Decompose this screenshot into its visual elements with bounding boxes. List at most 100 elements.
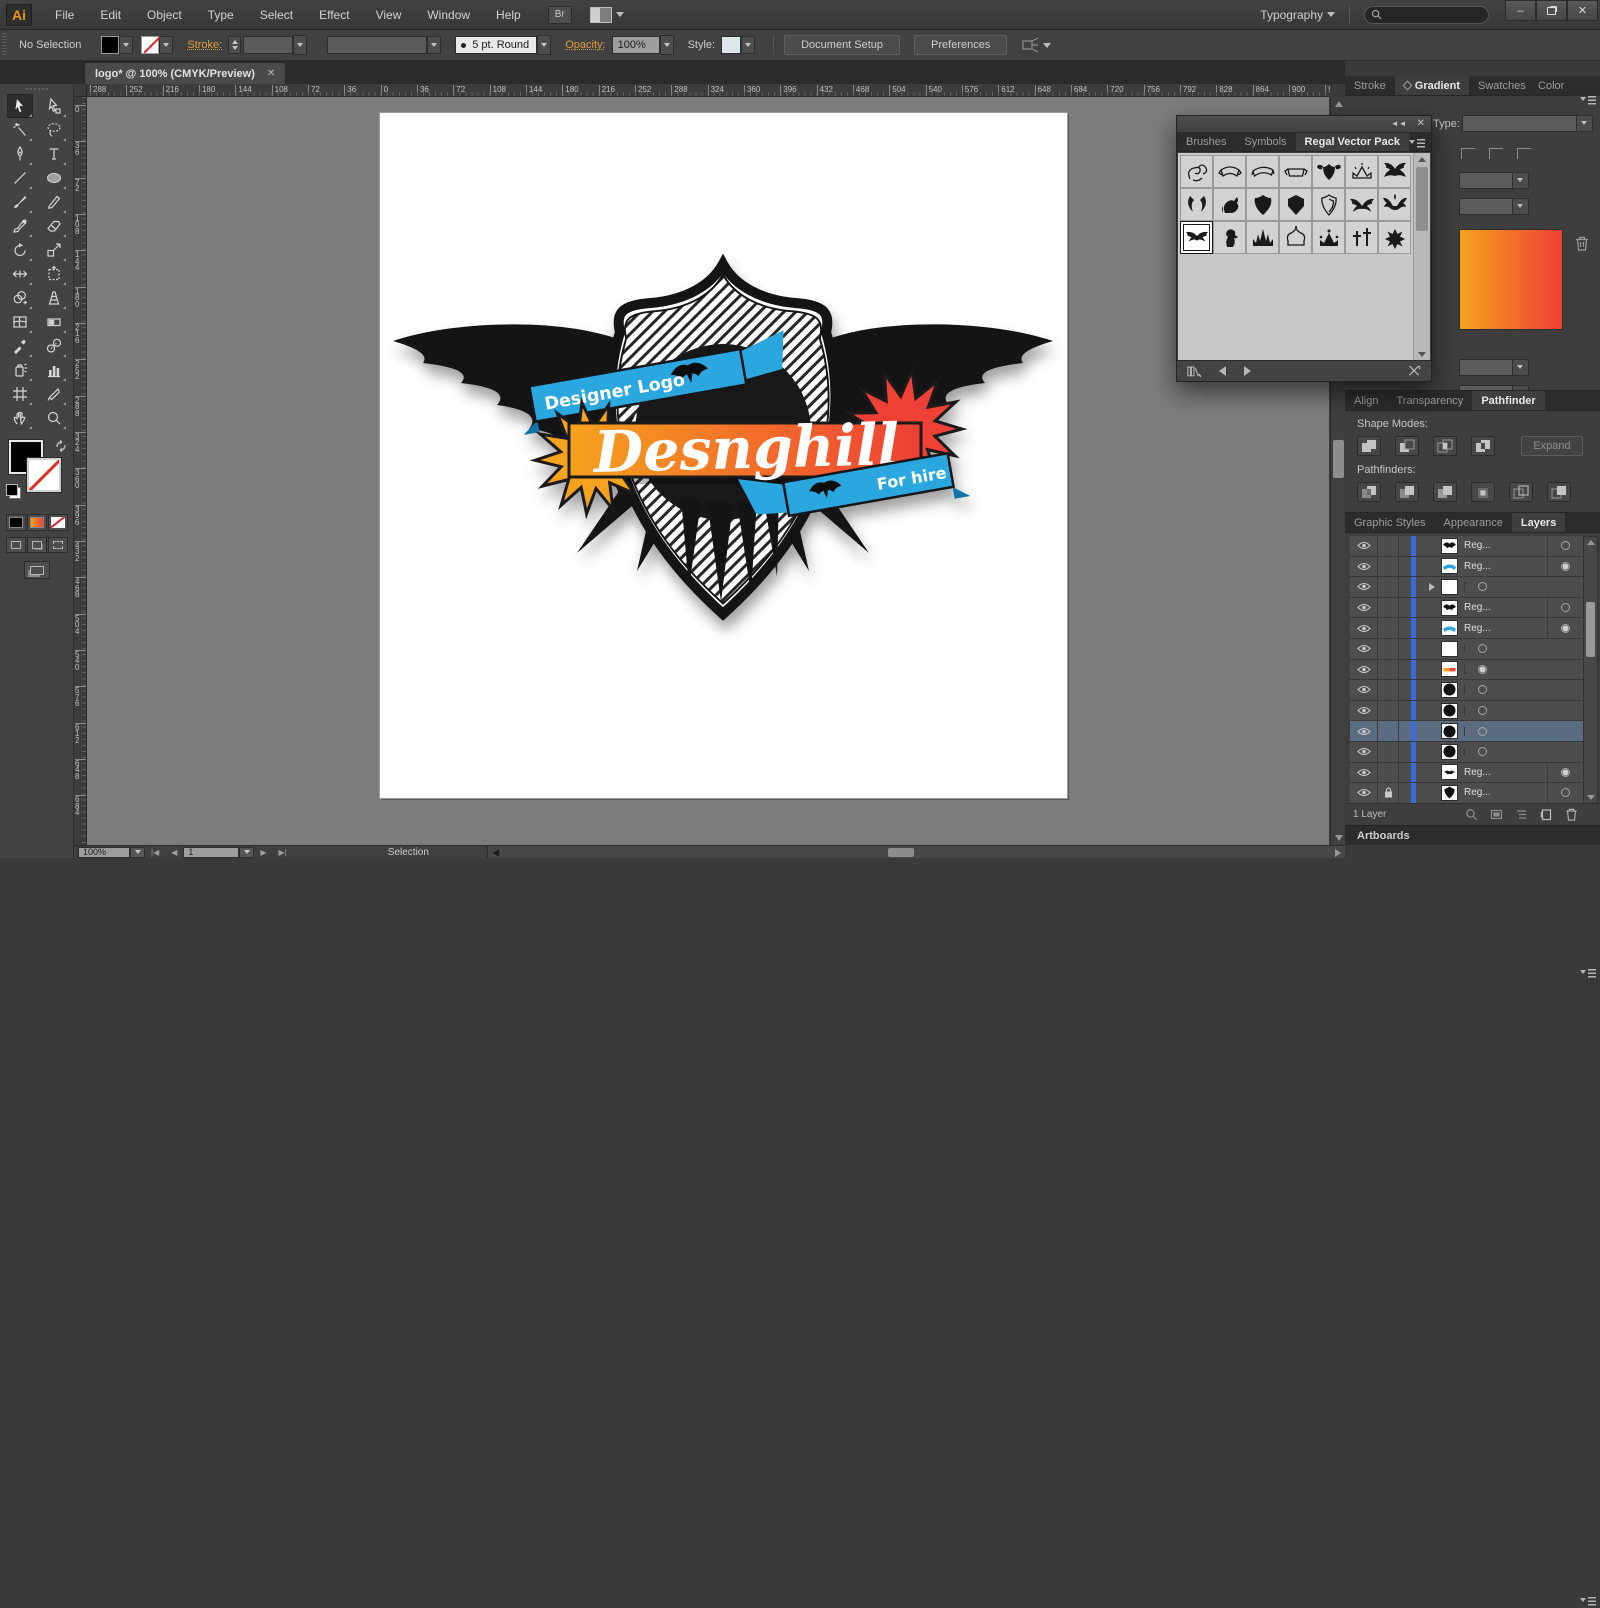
symbol-banner-ribbon[interactable] xyxy=(1213,155,1246,188)
search-input[interactable] xyxy=(1364,6,1489,24)
artboard-number-field[interactable]: 1 xyxy=(183,847,239,858)
scroll-down-icon[interactable] xyxy=(1335,835,1343,841)
shape-mode-unite-button[interactable] xyxy=(1357,436,1381,456)
zoom-field[interactable]: 100% xyxy=(78,847,130,858)
layer-target[interactable] xyxy=(1464,644,1500,653)
pathfinder-outline-button[interactable] xyxy=(1509,482,1533,502)
layer-thumbnail[interactable] xyxy=(1441,744,1458,760)
layer-name[interactable] xyxy=(1464,644,1583,653)
layer-thumbnail[interactable] xyxy=(1441,641,1458,657)
layer-name[interactable]: Reg... xyxy=(1464,767,1547,778)
layer-thumbnail[interactable] xyxy=(1441,785,1458,801)
prev-artboard-button[interactable]: ◀ xyxy=(171,848,177,857)
layers-scrollbar[interactable] xyxy=(1583,536,1598,804)
symbol-sprayer-tool[interactable] xyxy=(7,358,33,382)
layer-thumbnail[interactable] xyxy=(1441,764,1458,780)
draw-normal-button[interactable] xyxy=(6,537,26,553)
lock-toggle[interactable] xyxy=(1378,660,1399,680)
visibility-toggle[interactable] xyxy=(1350,598,1378,618)
layer-target[interactable] xyxy=(1464,727,1500,736)
lock-toggle[interactable] xyxy=(1378,701,1399,721)
delete-layer-icon[interactable] xyxy=(1565,808,1578,821)
menu-type[interactable]: Type xyxy=(195,0,247,30)
stroke-weight-dropdown[interactable] xyxy=(293,35,307,55)
blend-tool[interactable] xyxy=(41,334,67,358)
ellipse-tool[interactable] xyxy=(41,166,67,190)
layer-target[interactable] xyxy=(1464,582,1500,591)
visibility-eye-icon[interactable] xyxy=(1357,541,1371,550)
pathfinder-crop-button[interactable] xyxy=(1471,482,1495,502)
symbol-plain-ribbon[interactable] xyxy=(1279,155,1312,188)
symbol-sketch-crown[interactable] xyxy=(1345,155,1378,188)
direct-selection-tool[interactable] xyxy=(41,94,67,118)
stroke-weight-label[interactable]: Stroke: xyxy=(187,39,222,51)
lock-toggle[interactable] xyxy=(1378,742,1399,762)
delete-stop-icon[interactable] xyxy=(1575,236,1589,251)
symbol-phoenix-wings[interactable] xyxy=(1378,188,1411,221)
lock-toggle[interactable] xyxy=(1378,783,1399,803)
gradient-tab-gradient[interactable]: Gradient xyxy=(1395,76,1469,95)
scrollbar-thumb[interactable] xyxy=(1586,602,1595,657)
layer-row[interactable] xyxy=(1350,680,1583,701)
close-panel-icon[interactable]: ✕ xyxy=(1417,120,1425,128)
canvas-pasteboard[interactable]: Designer Logo Desnghill For hire xyxy=(87,97,1329,845)
gradient-angle-field[interactable] xyxy=(1459,172,1529,189)
scrollbar-thumb[interactable] xyxy=(888,848,914,857)
none-button[interactable] xyxy=(48,514,68,531)
pathfinder-divide-button[interactable] xyxy=(1357,482,1381,502)
edit-gradient-icon[interactable] xyxy=(1517,148,1531,159)
brush-definition-dropdown[interactable] xyxy=(537,35,551,55)
bridge-button[interactable]: Br xyxy=(548,6,572,24)
workspace-switcher[interactable]: Typography xyxy=(1260,8,1335,22)
visibility-eye-icon[interactable] xyxy=(1357,624,1371,633)
canvas-horizontal-scrollbar[interactable] xyxy=(487,846,1345,858)
opacity-field[interactable]: 100% xyxy=(612,36,660,54)
layer-thumbnail[interactable] xyxy=(1441,579,1458,595)
vertical-ruler[interactable]: 03 67 21 0 81 4 41 8 02 1 62 5 22 8 83 2… xyxy=(74,97,87,845)
gradient-slider[interactable] xyxy=(1459,229,1563,330)
artboard-dropdown[interactable] xyxy=(239,847,254,858)
document-setup-button[interactable]: Document Setup xyxy=(784,35,900,55)
magic-wand-tool[interactable] xyxy=(7,118,33,142)
style-swatch[interactable] xyxy=(721,36,741,54)
gradient-opacity-field[interactable] xyxy=(1459,359,1529,376)
layers-tab-layers[interactable]: Layers xyxy=(1512,513,1565,532)
screen-mode-button[interactable] xyxy=(24,561,50,579)
layer-row[interactable] xyxy=(1350,721,1583,742)
panel-menu-icon[interactable] xyxy=(1580,95,1596,107)
perspective-grid-tool[interactable] xyxy=(41,286,67,310)
visibility-eye-icon[interactable] xyxy=(1357,706,1371,715)
width-tool[interactable] xyxy=(7,262,33,286)
layer-target[interactable] xyxy=(1464,665,1500,674)
layer-thumbnail[interactable] xyxy=(1441,682,1458,698)
menu-select[interactable]: Select xyxy=(247,0,306,30)
document-tab[interactable]: logo* @ 100% (CMYK/Preview) ✕ xyxy=(84,62,286,84)
symbol-lion-rampant[interactable] xyxy=(1213,221,1246,254)
scroll-up-icon[interactable] xyxy=(1335,101,1343,107)
first-artboard-button[interactable]: |◀ xyxy=(151,848,159,857)
symbol-wave-ribbon[interactable] xyxy=(1246,155,1279,188)
layer-name[interactable] xyxy=(1464,685,1583,694)
visibility-toggle[interactable] xyxy=(1350,680,1378,700)
shape-mode-exclude-button[interactable] xyxy=(1471,436,1495,456)
visibility-toggle[interactable] xyxy=(1350,536,1378,556)
gradient-tab-stroke[interactable]: Stroke xyxy=(1345,76,1395,95)
scroll-down-icon[interactable] xyxy=(1587,795,1595,800)
layer-target[interactable] xyxy=(1464,706,1500,715)
zoom-dropdown[interactable] xyxy=(130,847,145,858)
symbols-tab-regal-vector-pack[interactable]: Regal Vector Pack xyxy=(1296,133,1409,151)
collapse-panel-icon[interactable]: ◄◄ xyxy=(1391,120,1407,128)
preferences-button[interactable]: Preferences xyxy=(914,35,1007,55)
symbol-curved-shield[interactable] xyxy=(1246,188,1279,221)
last-artboard-button[interactable]: ▶| xyxy=(279,848,287,857)
lasso-tool[interactable] xyxy=(41,118,67,142)
swap-fill-stroke-icon[interactable] xyxy=(55,440,67,452)
scroll-left-icon[interactable] xyxy=(493,849,499,857)
type-tool[interactable] xyxy=(41,142,67,166)
lock-icon[interactable] xyxy=(1384,787,1393,798)
symbol-grave-crosses[interactable] xyxy=(1345,221,1378,254)
restore-button[interactable] xyxy=(1536,0,1567,21)
layers-tab-appearance[interactable]: Appearance xyxy=(1435,513,1512,532)
scrollbar-thumb[interactable] xyxy=(1416,167,1428,231)
menu-effect[interactable]: Effect xyxy=(306,0,362,30)
